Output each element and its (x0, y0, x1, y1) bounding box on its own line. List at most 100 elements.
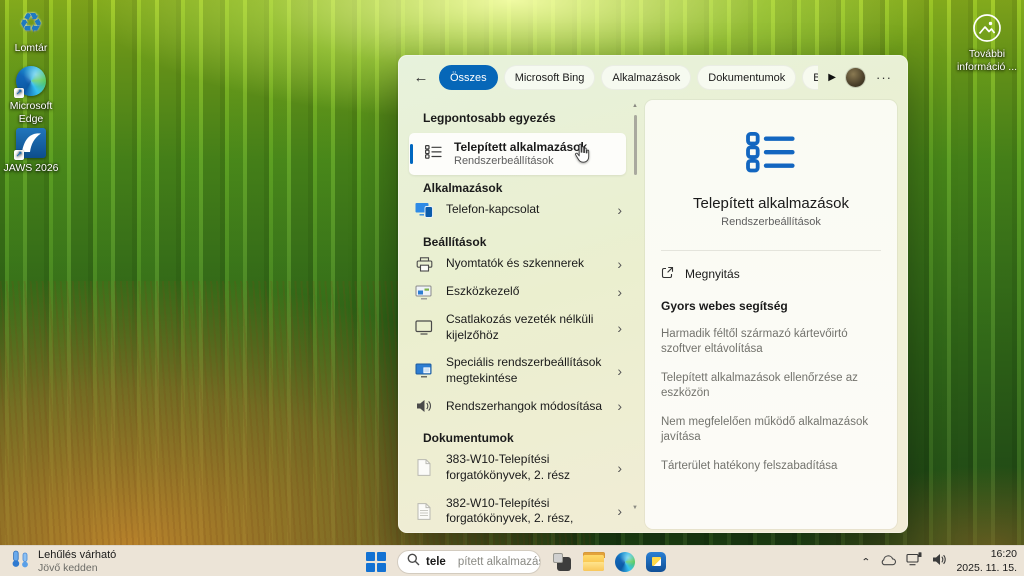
section-heading-apps: Alkalmazások (423, 181, 626, 195)
tray-date: 2025. 11. 15. (956, 562, 1017, 576)
results-scrollbar[interactable]: ▲ ▼ (631, 103, 639, 525)
scroll-down-icon[interactable]: ▼ (631, 505, 639, 511)
tab-alkalmazasok[interactable]: Alkalmazások (601, 65, 691, 90)
open-label: Megnyitás (685, 267, 740, 281)
chevron-right-icon: › (617, 364, 624, 378)
desktop-icon-label: Lomtár (0, 42, 62, 55)
web-help-link[interactable]: Nem megfelelően működő alkalmazások javí… (661, 415, 881, 445)
installed-apps-icon-large (661, 132, 881, 173)
weather-widget[interactable]: Lehűlés várható Jövő kedden (5, 546, 122, 576)
section-heading-best-match: Legpontosabb egyezés (423, 111, 626, 125)
desktop-icon-spotlight[interactable]: További információ ... (952, 8, 1022, 73)
thermometer-icon (11, 550, 32, 574)
chevron-right-icon: › (617, 504, 624, 518)
clock[interactable]: 16:20 2025. 11. 15. (956, 548, 1017, 575)
printer-icon (414, 257, 434, 272)
system-tray: ⌃ 16:20 2025. 11. 15. (861, 546, 1017, 576)
play-icon[interactable]: ▶ (826, 72, 838, 83)
search-flyout-panel: ← Összes Microsoft Bing Alkalmazások Dok… (398, 55, 908, 533)
result-label: Eszközkezelő (446, 284, 605, 300)
tab-osszes[interactable]: Összes (439, 65, 498, 90)
document-icon (414, 459, 434, 476)
desktop-icon-label: JAWS 2026 (0, 162, 62, 175)
start-icon[interactable] (366, 552, 386, 572)
chevron-right-icon: › (617, 203, 624, 217)
result-item-document-383[interactable]: 383-W10-Telepítési forgatókönyvek, 2. ré… (409, 447, 626, 488)
shortcut-arrow-icon: ↗ (14, 150, 24, 160)
sound-icon (414, 399, 434, 413)
back-arrow-icon[interactable]: ← (411, 69, 431, 86)
filter-tabs: Összes Microsoft Bing Alkalmazások Dokum… (439, 65, 818, 90)
web-help-link[interactable]: Telepített alkalmazások ellenőrzése az e… (661, 371, 881, 401)
taskbar-center: tele pített alkalmazások (366, 546, 666, 576)
recycle-bin-icon: ♻ (16, 7, 46, 39)
search-preview-pane: Telepített alkalmazások Rendszerbeállítá… (645, 100, 897, 529)
weather-subline: Jövő kedden (38, 562, 116, 575)
tab-microsoft-bing[interactable]: Microsoft Bing (504, 65, 596, 90)
wireless-display-icon (414, 320, 434, 335)
best-match-subtitle: Rendszerbeállítások (454, 155, 587, 169)
result-item-device-manager[interactable]: Eszközkezelő › (409, 279, 626, 305)
desktop-icon-edge[interactable]: ↗ Microsoft Edge (0, 64, 62, 125)
hand-cursor (574, 143, 591, 169)
web-help-link[interactable]: Harmadik féltől származó kártevőirtó szo… (661, 327, 881, 357)
scroll-up-icon[interactable]: ▲ (631, 103, 639, 109)
desktop-icon-recycle-bin[interactable]: ♻ Lomtár (0, 6, 62, 55)
tab-dokumentumok[interactable]: Dokumentumok (697, 65, 796, 90)
section-heading-settings: Beállítások (423, 235, 626, 249)
more-icon[interactable]: ··· (873, 70, 895, 85)
result-label: 382-W10-Telepítési forgatókönyvek, 2. ré… (446, 496, 605, 527)
desktop-icon-label: További információ ... (952, 48, 1022, 73)
tray-time: 16:20 (956, 548, 1017, 562)
document-icon (414, 503, 434, 520)
edge-taskbar-icon[interactable] (615, 552, 635, 572)
scrollbar-thumb[interactable] (634, 115, 637, 175)
result-label: Csatlakozás vezeték nélküli kijelzőhöz (446, 312, 605, 343)
result-label: Rendszerhangok módosítása (446, 399, 605, 415)
chevron-right-icon: › (617, 321, 624, 335)
taskbar-search-input[interactable]: tele pített alkalmazások (397, 550, 541, 574)
file-explorer-icon[interactable] (583, 555, 604, 571)
chevron-right-icon: › (617, 285, 624, 299)
search-typed-text: tele (426, 556, 446, 568)
chevron-right-icon: › (617, 461, 624, 475)
desktop-icon-label: Microsoft Edge (0, 100, 62, 125)
desktop-icon-jaws[interactable]: ↗ JAWS 2026 (0, 126, 62, 175)
section-heading-documents: Dokumentumok (423, 431, 626, 445)
search-results-list: Legpontosabb egyezés Telepített alkalmaz… (398, 99, 640, 533)
installed-apps-icon (425, 145, 442, 164)
result-item-system-sounds[interactable]: Rendszerhangok módosítása › (409, 393, 626, 419)
preview-subtitle: Rendszerbeállítások (661, 216, 881, 228)
result-label: Telefon-kapcsolat (446, 202, 605, 218)
search-filter-bar: ← Összes Microsoft Bing Alkalmazások Dok… (398, 55, 908, 99)
result-item-advanced-system-settings[interactable]: Speciális rendszerbeállítások megtekinté… (409, 350, 626, 391)
onedrive-cloud-icon[interactable] (879, 553, 897, 571)
result-item-document-382a[interactable]: 382-W10-Telepítési forgatókönyvek, 2. ré… (409, 491, 626, 532)
result-label: Speciális rendszerbeállítások megtekinté… (446, 355, 605, 386)
weather-headline: Lehűlés várható (38, 549, 116, 562)
chevron-right-icon: › (617, 399, 624, 413)
result-label: 383-W10-Telepítési forgatókönyvek, 2. ré… (446, 452, 605, 483)
web-help-heading: Gyors webes segítség (661, 299, 881, 313)
result-item-printers[interactable]: Nyomtatók és szkennerek › (409, 251, 626, 277)
system-settings-icon (414, 363, 434, 378)
chevron-up-icon[interactable]: ⌃ (861, 556, 870, 566)
tab-beallitasok[interactable]: Beállítások (802, 65, 818, 90)
phone-link-icon (414, 202, 434, 218)
open-action[interactable]: Megnyitás (661, 266, 881, 282)
search-suggestion-text: pített alkalmazások (458, 556, 541, 568)
result-item-phone-link[interactable]: Telefon-kapcsolat › (409, 197, 626, 223)
shortcut-arrow-icon: ↗ (14, 88, 24, 98)
preview-title: Telepített alkalmazások (661, 195, 881, 212)
best-match-item[interactable]: Telepített alkalmazások Rendszerbeállítá… (409, 133, 626, 175)
task-view-icon[interactable] (552, 552, 572, 572)
store-app-icon[interactable] (646, 552, 666, 572)
result-item-wireless-display[interactable]: Csatlakozás vezeték nélküli kijelzőhöz › (409, 307, 626, 348)
network-icon[interactable] (906, 552, 923, 571)
device-manager-icon (414, 285, 434, 300)
open-external-icon (661, 266, 674, 282)
chevron-right-icon: › (617, 257, 624, 271)
web-help-link[interactable]: Tárterület hatékony felszabadítása (661, 459, 881, 474)
avatar[interactable] (846, 68, 865, 87)
speaker-icon[interactable] (932, 553, 947, 571)
